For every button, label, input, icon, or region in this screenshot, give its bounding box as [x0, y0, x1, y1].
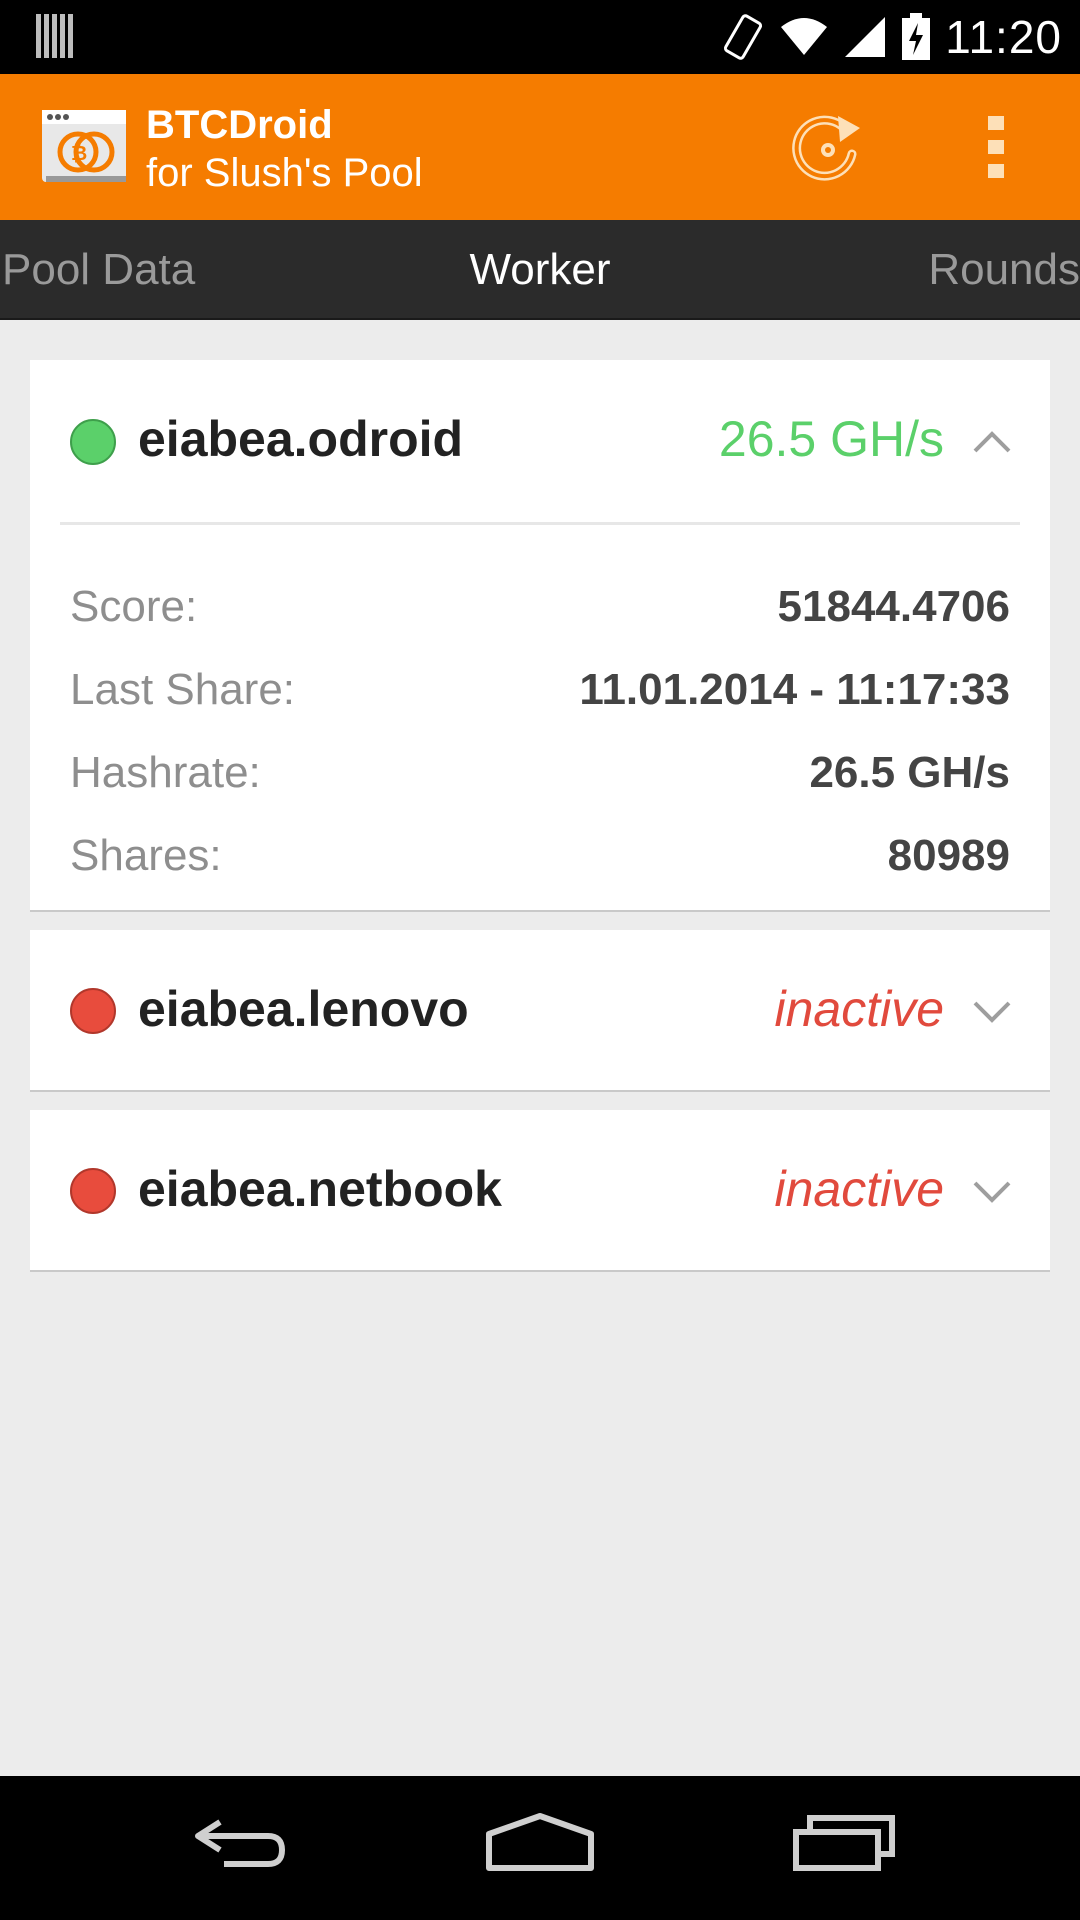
home-icon[interactable] — [485, 1812, 595, 1872]
detail-value: 51844.4706 — [777, 582, 1010, 631]
detail-label: Hashrate: — [70, 748, 261, 797]
worker-name: eiabea.netbook — [138, 1161, 502, 1217]
detail-label: Last Share: — [70, 665, 296, 714]
app-bar: ₿ BTCDroid for Slush's Pool — [0, 74, 1080, 220]
detail-row-last-share: Last Share: 11.01.2014 - 11:17:33 — [70, 655, 1010, 725]
status-bar: 11:20 — [0, 0, 1080, 74]
detail-row-hashrate: Hashrate: 26.5 GH/s — [70, 738, 1010, 808]
chevron-up-icon[interactable] — [972, 430, 1012, 454]
back-icon[interactable] — [190, 1812, 290, 1872]
signal-icon — [845, 17, 886, 57]
tab-worker[interactable]: Worker — [0, 220, 1080, 320]
refresh-icon[interactable] — [790, 110, 866, 186]
barcode-icon — [36, 14, 73, 58]
status-inactive-icon — [70, 1168, 116, 1214]
status-clock: 11:20 — [945, 11, 1062, 63]
overflow-menu-icon[interactable] — [976, 114, 1016, 180]
worker-card: eiabea.odroid 26.5 GH/s Score: 51844.470… — [30, 360, 1050, 912]
tab-rounds[interactable]: Rounds — [928, 220, 1080, 320]
worker-card: eiabea.netbook inactive — [30, 1110, 1050, 1272]
worker-rate: inactive — [774, 1161, 944, 1217]
worker-card-header[interactable]: eiabea.odroid 26.5 GH/s — [30, 360, 1050, 524]
worker-card: eiabea.lenovo inactive — [30, 930, 1050, 1092]
vibrate-icon — [724, 14, 763, 60]
app-title-block: BTCDroid for Slush's Pool — [146, 102, 423, 198]
detail-value: 11.01.2014 - 11:17:33 — [579, 665, 1010, 714]
tab-strip: Pool Data Worker Rounds — [0, 220, 1080, 320]
app-logo-icon: ₿ — [42, 110, 126, 182]
wifi-icon — [781, 18, 828, 55]
worker-name: eiabea.odroid — [138, 411, 464, 467]
detail-label: Shares: — [70, 831, 222, 880]
detail-value: 26.5 GH/s — [809, 748, 1010, 797]
worker-rate: inactive — [774, 981, 944, 1037]
app-title: BTCDroid — [146, 103, 333, 147]
navigation-bar — [0, 1776, 1080, 1920]
worker-rate: 26.5 GH/s — [718, 411, 944, 467]
battery-charging-icon — [902, 13, 931, 60]
app-subtitle: for Slush's Pool — [146, 151, 423, 195]
detail-label: Score: — [70, 582, 198, 631]
detail-row-shares: Shares: 80989 — [70, 821, 1010, 891]
worker-name: eiabea.lenovo — [138, 981, 469, 1037]
svg-text:₿: ₿ — [71, 143, 87, 165]
status-inactive-icon — [70, 988, 116, 1034]
detail-value: 80989 — [887, 831, 1010, 880]
worker-card-header[interactable]: eiabea.lenovo inactive — [30, 930, 1050, 1090]
worker-card-header[interactable]: eiabea.netbook inactive — [30, 1110, 1050, 1270]
recents-icon[interactable] — [792, 1812, 896, 1872]
status-active-icon — [70, 419, 116, 465]
detail-row-score: Score: 51844.4706 — [70, 572, 1010, 642]
chevron-down-icon[interactable] — [972, 1000, 1012, 1024]
card-divider — [60, 522, 1020, 525]
chevron-down-icon[interactable] — [972, 1180, 1012, 1204]
